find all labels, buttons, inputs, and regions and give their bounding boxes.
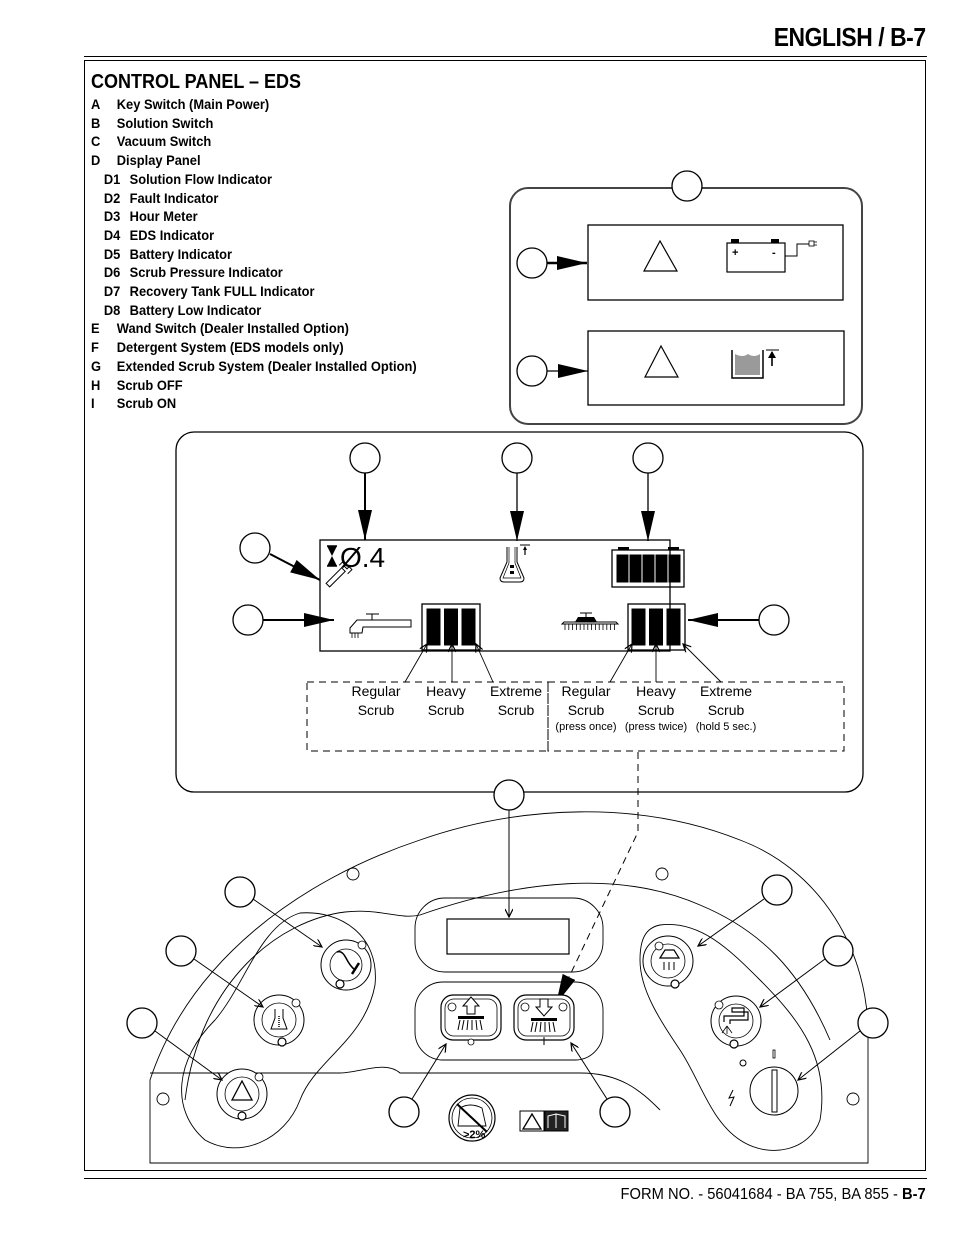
- form-number: FORM NO. - 56041684 - BA 755, BA 855 -: [620, 1186, 903, 1203]
- scrub-level-note: (press once): [555, 721, 616, 733]
- battery-indicator: [611, 547, 685, 588]
- callout-circle-d1: [232, 604, 264, 636]
- solution-flow-bar: [426, 608, 441, 646]
- callout-circle-d2: [239, 532, 271, 564]
- footer-rule: [84, 1178, 927, 1179]
- no-slope-warning-icon: >2%: [448, 1094, 496, 1142]
- scrub-on-button[interactable]: [513, 994, 575, 1045]
- callout-circle-d7: [516, 355, 548, 387]
- warning-triangle-icon: [643, 239, 679, 272]
- control-panel-diagram: + - Ø.4 RegularScrubHeavyScrubExtremeScr…: [126, 170, 889, 1164]
- warning-manual-icons: [519, 1110, 569, 1132]
- solution-switch[interactable]: [253, 994, 305, 1047]
- callout-circle-f: [126, 1007, 158, 1039]
- footer-text: FORM NO. - 56041684 - BA 755, BA 855 - B…: [621, 1186, 926, 1204]
- power-bolt-icon: [728, 1089, 735, 1107]
- solution-flow-bar: [444, 608, 458, 646]
- battery-cell: [642, 554, 655, 583]
- warning-indicators-inset: + -: [509, 170, 863, 425]
- scrub-level-label: Heavy: [426, 683, 466, 699]
- scrub-level-label: Regular: [351, 683, 400, 699]
- scrub-level-note: (press twice): [625, 721, 687, 733]
- scrub-pressure-bar: [631, 608, 646, 646]
- display-window: [446, 918, 570, 955]
- slope-badge-text: >2%: [463, 1129, 486, 1141]
- callout-circle-d: [671, 170, 703, 202]
- scrub-level-label: Scrub: [358, 702, 395, 718]
- scrub-level-label: Extreme: [490, 683, 542, 699]
- callout-circle-e: [761, 874, 793, 906]
- callout-circle-a: [857, 1007, 889, 1039]
- display-panel-inset: Ø.4 RegularScrubHeavyScrubExtremeScrubRe…: [175, 431, 864, 1005]
- scrub-level-label: Scrub: [428, 702, 465, 718]
- battery-cell: [655, 554, 668, 583]
- warning-triangle-icon: [644, 344, 680, 378]
- battery-minus-label: -: [772, 247, 776, 259]
- scrub-level-label: Scrub: [708, 702, 745, 718]
- scrub-level-label: Scrub: [638, 702, 675, 718]
- battery-low-icon: + -: [726, 239, 817, 273]
- scrub-brush-icon: [560, 612, 620, 630]
- scrub-off-button[interactable]: [440, 994, 502, 1046]
- key-switch[interactable]: [728, 1049, 799, 1116]
- callout-circle-d4: [501, 442, 533, 474]
- extended-scrub-switch[interactable]: [710, 995, 762, 1049]
- recovery-tank-full-icon: [731, 349, 779, 379]
- scrub-level-label: Heavy: [636, 683, 676, 699]
- scrub-pressure-bar: [666, 608, 681, 646]
- callout-circle-d5: [632, 442, 664, 474]
- callout-circle-c: [224, 876, 256, 908]
- scrub-level-note: (hold 5 sec.): [696, 721, 757, 733]
- solution-flow-bar: [461, 608, 476, 646]
- callout-circle-i: [599, 1096, 631, 1128]
- page-number: B-7: [902, 1186, 926, 1203]
- battery-cell: [629, 554, 642, 583]
- callout-circle-g: [822, 935, 854, 967]
- scrub-pressure-bar: [649, 608, 663, 646]
- callout-circle-d3: [349, 442, 381, 474]
- eds-flask-icon: [499, 544, 530, 583]
- callout-circle-h: [388, 1096, 420, 1128]
- callout-circle-b: [165, 935, 197, 967]
- solution-flow-icon: [349, 613, 412, 638]
- battery-cell: [668, 554, 681, 583]
- detergent-system-switch[interactable]: [216, 1068, 268, 1121]
- battery-plus-label: +: [732, 247, 738, 259]
- wand-switch[interactable]: [642, 935, 694, 989]
- scrub-level-label: Scrub: [568, 702, 605, 718]
- scrub-level-label: Regular: [561, 683, 610, 699]
- scrub-level-label: Scrub: [498, 702, 535, 718]
- callout-circle-display: [493, 779, 525, 811]
- vacuum-switch[interactable]: [320, 939, 372, 991]
- scrub-level-label: Extreme: [700, 683, 752, 699]
- battery-cell: [616, 554, 629, 583]
- callout-circle-d8: [516, 247, 548, 279]
- hourglass-icon: [327, 545, 337, 567]
- callout-circle-d6: [758, 604, 790, 636]
